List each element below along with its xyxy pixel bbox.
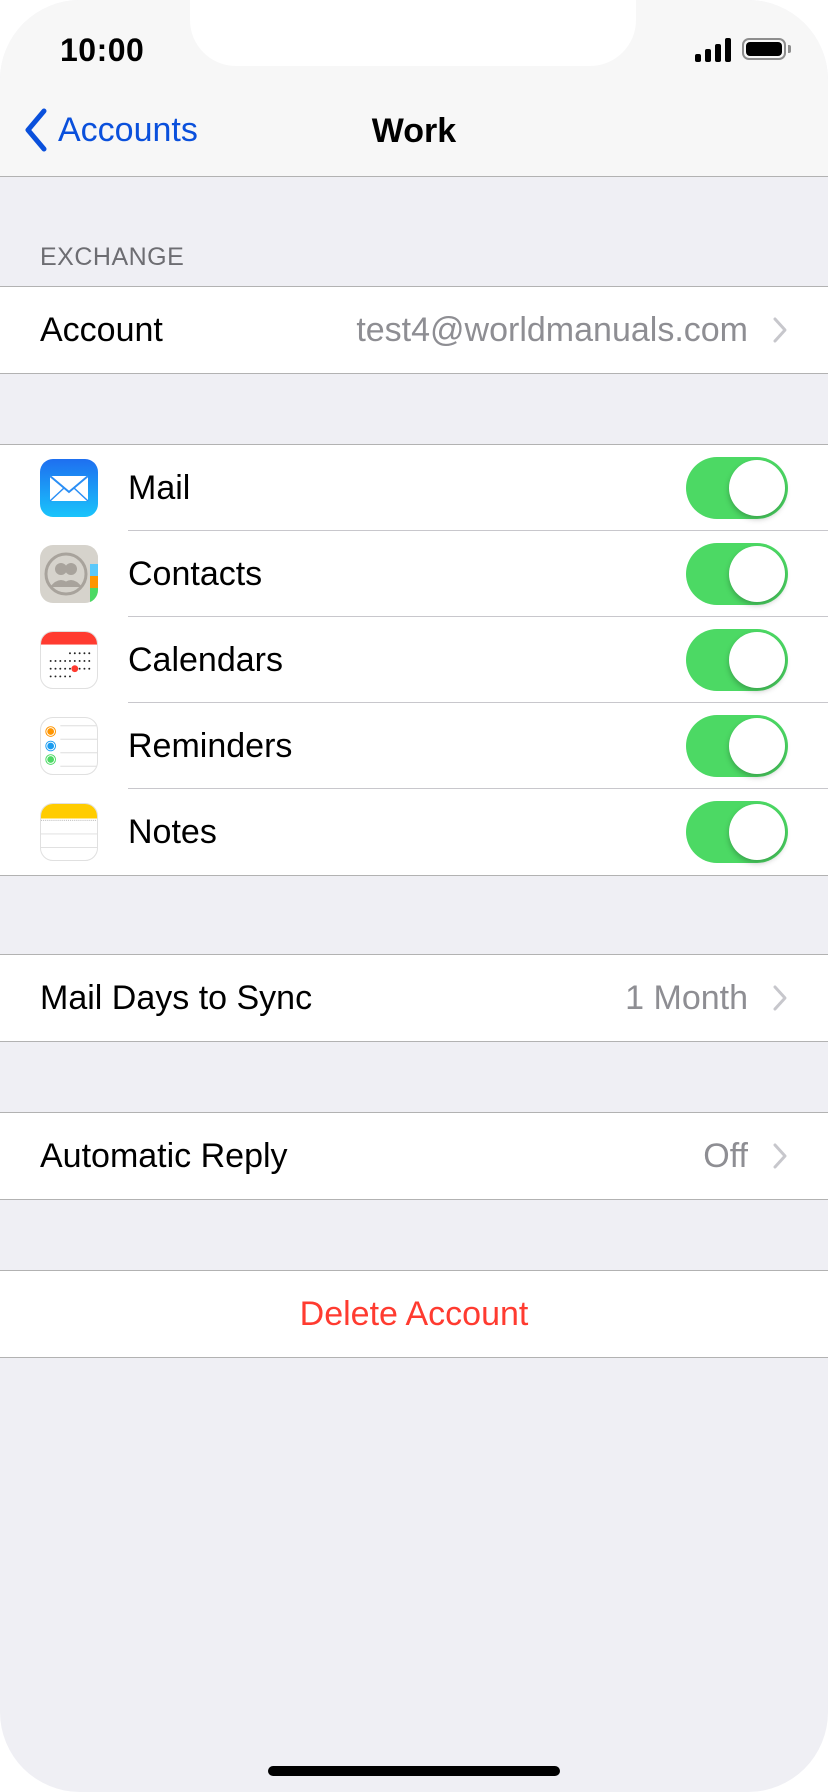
chevron-right-icon xyxy=(773,317,787,343)
auto-reply-label: Automatic Reply xyxy=(40,1136,288,1175)
cellular-signal-icon xyxy=(695,38,733,62)
service-row-reminders: Reminders xyxy=(0,703,828,789)
auto-reply-value: Off xyxy=(703,1136,748,1175)
delete-account-button[interactable]: Delete Account xyxy=(0,1271,828,1357)
account-group: Account test4@worldmanuals.com xyxy=(0,286,828,374)
reminders-icon xyxy=(40,717,98,775)
delete-group: Delete Account xyxy=(0,1270,828,1358)
services-group: Mail Contacts Calendars Reminders Notes xyxy=(0,444,828,876)
home-indicator[interactable] xyxy=(268,1766,560,1776)
sync-group: Mail Days to Sync 1 Month xyxy=(0,954,828,1042)
service-label: Calendars xyxy=(128,640,283,679)
contacts-icon xyxy=(40,545,98,603)
sync-value: 1 Month xyxy=(625,978,748,1017)
section-header-exchange: EXCHANGE xyxy=(40,243,185,271)
service-label: Notes xyxy=(128,812,217,851)
service-label: Reminders xyxy=(128,726,293,765)
calendars-toggle[interactable] xyxy=(686,629,788,691)
mail-icon xyxy=(40,459,98,517)
notes-icon xyxy=(40,803,98,861)
reminders-toggle[interactable] xyxy=(686,715,788,777)
calendar-icon xyxy=(40,631,98,689)
chevron-right-icon xyxy=(773,985,787,1011)
service-row-notes: Notes xyxy=(0,789,828,875)
account-label: Account xyxy=(40,310,163,349)
account-value: test4@worldmanuals.com xyxy=(356,310,748,349)
battery-cap xyxy=(788,45,791,53)
account-row[interactable]: Account test4@worldmanuals.com xyxy=(0,287,828,373)
page-title: Work xyxy=(371,112,457,150)
service-row-contacts: Contacts xyxy=(0,531,828,617)
auto-reply-group: Automatic Reply Off xyxy=(0,1112,828,1200)
notes-toggle[interactable] xyxy=(686,801,788,863)
phone-screen: 10:00 Accounts Work EXCHANGE Account tes… xyxy=(0,0,828,1792)
mail-toggle[interactable] xyxy=(686,457,788,519)
service-row-mail: Mail xyxy=(0,445,828,531)
mail-days-to-sync-row[interactable]: Mail Days to Sync 1 Month xyxy=(0,955,828,1041)
delete-account-label: Delete Account xyxy=(299,1294,529,1333)
battery-full-icon xyxy=(742,38,786,60)
automatic-reply-row[interactable]: Automatic Reply Off xyxy=(0,1113,828,1199)
chevron-right-icon xyxy=(773,1143,787,1169)
service-label: Contacts xyxy=(128,554,263,593)
service-label: Mail xyxy=(128,468,191,507)
service-row-calendars: Calendars xyxy=(0,617,828,703)
contacts-toggle[interactable] xyxy=(686,543,788,605)
status-time: 10:00 xyxy=(60,32,145,68)
sync-label: Mail Days to Sync xyxy=(40,978,313,1017)
device-notch xyxy=(190,0,636,66)
